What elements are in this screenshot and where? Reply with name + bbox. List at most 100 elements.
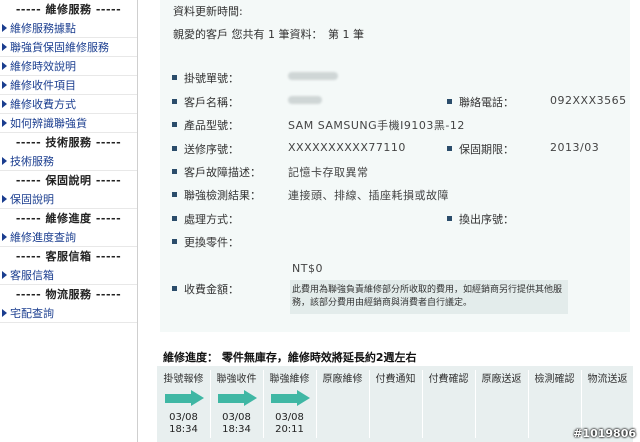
- progress-step-datetime: 03/08 18:34: [157, 412, 210, 436]
- record-summary: 親愛的客戶 您共有 1 筆資料： 第 1 筆: [173, 28, 364, 41]
- progress-step-label: 掛號報修: [163, 374, 204, 385]
- test-result-value: 連接頭、排線、插座耗損或故障: [288, 189, 449, 202]
- progress-step-label: 付費確認: [428, 374, 469, 385]
- progress-step: 聯強維修 03/08 20:11: [263, 366, 316, 442]
- arrow-right-icon: [165, 390, 205, 406]
- sidebar-item-label: 技術服務: [10, 154, 54, 168]
- swap-serial-label: 換出序號：: [459, 213, 514, 226]
- arrow-icon: [2, 309, 7, 317]
- section-header-repair: ----- 維修服務 -----: [15, 3, 122, 16]
- sidebar-item-warranty-service[interactable]: 聯強貨保固維修服務: [0, 38, 137, 57]
- sidebar-item-repair-items[interactable]: 維修收件項目: [0, 76, 137, 95]
- sidebar-item-warranty-info[interactable]: 保固說明: [0, 190, 137, 209]
- progress-step: 付費確認: [422, 366, 475, 442]
- bullet-icon: [172, 216, 177, 221]
- progress-step-label: 原廠送返: [481, 374, 522, 385]
- step-divider: [210, 370, 211, 438]
- bullet-icon: [172, 286, 177, 291]
- arrow-icon: [2, 81, 7, 89]
- progress-title: 維修進度： 零件無庫存，維修時效將延長約2週左右: [163, 351, 417, 364]
- sidebar-item-delivery-query[interactable]: 宅配查詢: [0, 304, 137, 323]
- warranty-label: 保固期限：: [459, 143, 514, 156]
- bullet-icon: [172, 122, 177, 127]
- section-header-mailbox: ----- 客服信箱 -----: [15, 250, 122, 263]
- progress-step-label: 付費通知: [375, 374, 416, 385]
- bullet-icon: [447, 216, 452, 221]
- fee-value: NT$0: [292, 262, 323, 275]
- arrow-icon: [2, 195, 7, 203]
- progress-step-datetime: 03/08 20:11: [263, 412, 316, 436]
- redacted-customer-name: [288, 96, 322, 104]
- bullet-icon: [172, 99, 177, 104]
- sidebar-item-label: 聯強貨保固維修服務: [10, 40, 109, 54]
- fault-value: 記憶卡存取異常: [288, 166, 369, 179]
- sidebar-item-identify-goods[interactable]: 如何辨識聯強貨: [0, 114, 137, 133]
- arrow-icon: [2, 43, 7, 51]
- sidebar-item-label: 客服信箱: [10, 268, 54, 282]
- progress-step: 原廠維修: [316, 366, 369, 442]
- updated-time-label: 資料更新時間:: [173, 5, 243, 18]
- progress-step-date: 03/08: [169, 412, 198, 423]
- section-header-progress: ----- 維修進度 -----: [15, 212, 122, 225]
- sidebar-item-label: 維修服務據點: [10, 21, 76, 35]
- progress-step-time: 20:11: [275, 424, 304, 435]
- fee-label: 收費金額：: [184, 283, 239, 296]
- section-header-warranty: ----- 保固說明 -----: [15, 174, 122, 187]
- arrow-icon: [2, 233, 7, 241]
- sidebar-item-label: 維修收費方式: [10, 97, 76, 111]
- redacted-ticket-no: [288, 72, 338, 80]
- step-divider: [369, 370, 370, 438]
- arrow-icon: [2, 119, 7, 127]
- sidebar-item-repair-fees[interactable]: 維修收費方式: [0, 95, 137, 114]
- watermark: #1019806: [573, 427, 636, 440]
- sidebar-item-progress-query[interactable]: 維修進度查詢: [0, 228, 137, 247]
- progress-step-time: 18:34: [222, 424, 251, 435]
- fault-label: 客戶故障描述：: [184, 166, 261, 179]
- progress-step-date: 03/08: [275, 412, 304, 423]
- phone-label: 聯絡電話：: [459, 96, 514, 109]
- step-divider: [316, 370, 317, 438]
- arrow-icon: [2, 62, 7, 70]
- step-divider: [422, 370, 423, 438]
- bullet-icon: [172, 75, 177, 80]
- progress-step: 掛號報修 03/08 18:34: [157, 366, 210, 442]
- progress-step-date: 03/08: [222, 412, 251, 423]
- arrow-right-icon: [218, 390, 258, 406]
- progress-step-label: 物流送返: [587, 374, 628, 385]
- step-divider: [528, 370, 529, 438]
- progress-step-label: 原廠維修: [322, 374, 363, 385]
- model-label: 產品型號：: [184, 119, 239, 132]
- arrow-right-icon: [271, 390, 311, 406]
- sidebar-item-label: 維修時效說明: [10, 59, 76, 73]
- sidebar-item-repair-time[interactable]: 維修時效說明: [0, 57, 137, 76]
- section-header-tech: ----- 技術服務 -----: [15, 136, 122, 149]
- progress-step: 付費通知: [369, 366, 422, 442]
- sidebar-item-label: 如何辨識聯強貨: [10, 116, 87, 130]
- progress-step-label: 聯強收件: [216, 374, 257, 385]
- arrow-icon: [2, 271, 7, 279]
- test-result-label: 聯強檢測結果：: [184, 189, 261, 202]
- bullet-icon: [172, 239, 177, 244]
- phone-value: 092XXX3565: [550, 94, 627, 107]
- sidebar-item-service-locations[interactable]: 維修服務據點: [0, 19, 137, 38]
- progress-step: 原廠送返: [475, 366, 528, 442]
- serial-label: 送修序號：: [184, 143, 239, 156]
- sidebar-item-label: 維修進度查詢: [10, 230, 76, 244]
- parts-label: 更換零件：: [184, 236, 239, 249]
- bullet-icon: [447, 146, 452, 151]
- repair-info-panel: 資料更新時間: 親愛的客戶 您共有 1 筆資料： 第 1 筆 掛號單號： 客戶名…: [160, 0, 630, 332]
- bullet-icon: [172, 146, 177, 151]
- arrow-icon: [2, 100, 7, 108]
- bullet-icon: [447, 99, 452, 104]
- handling-label: 處理方式：: [184, 213, 239, 226]
- customer-label: 客戶名稱：: [184, 96, 239, 109]
- progress-step-label: 聯強維修: [269, 374, 310, 385]
- bullet-icon: [172, 192, 177, 197]
- fee-note: 此費用為聯強負責維修部分所收取的費用，如經銷商另行提供其他服務，該部分費用由經銷…: [290, 280, 568, 314]
- sidebar-item-tech-service[interactable]: 技術服務: [0, 152, 137, 171]
- progress-step: 聯強收件 03/08 18:34: [210, 366, 263, 442]
- sidebar-item-label: 宅配查詢: [10, 306, 54, 320]
- sidebar: ----- 維修服務 ----- 維修服務據點 聯強貨保固維修服務 維修時效說明…: [0, 0, 138, 442]
- progress-step-label: 檢測確認: [534, 374, 575, 385]
- sidebar-item-mailbox[interactable]: 客服信箱: [0, 266, 137, 285]
